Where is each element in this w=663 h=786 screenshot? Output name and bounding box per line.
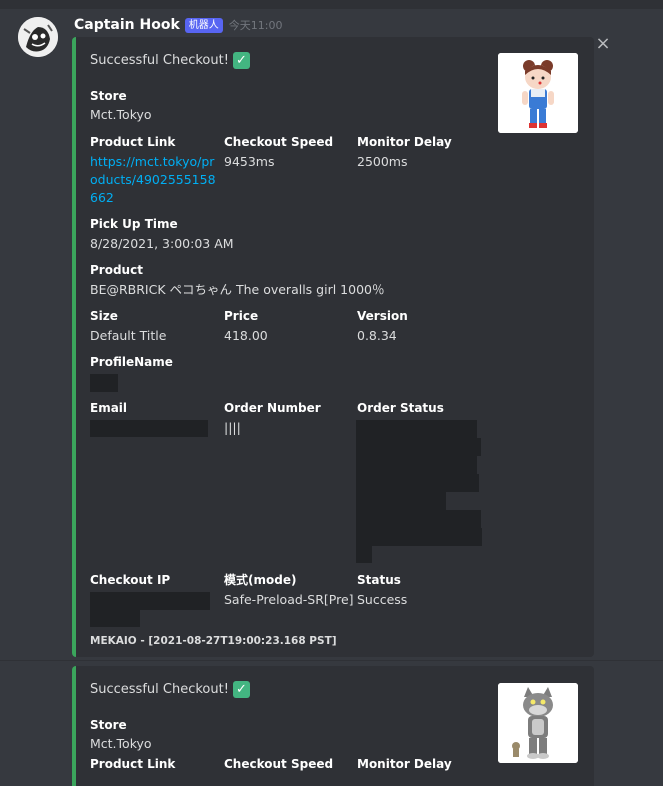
redacted-order-status xyxy=(356,456,477,474)
field-status: Status Success xyxy=(357,572,487,609)
field-checkout-ip: Checkout IP xyxy=(90,572,220,588)
field-value: Success xyxy=(357,592,408,607)
field-name: 模式(mode) xyxy=(224,573,297,587)
checkout-embed: Successful Checkout! ✓ Store Mct.Tokyo P… xyxy=(72,666,594,786)
field-name: Size xyxy=(90,309,118,323)
field-value: 418.00 xyxy=(224,328,268,343)
field-name: Status xyxy=(357,573,401,587)
field-email: Email xyxy=(90,400,220,416)
field-mode: 模式(mode) Safe-Preload-SR[Pre] xyxy=(224,572,354,609)
check-icon: ✓ xyxy=(232,52,250,69)
field-store: Store Mct.Tokyo xyxy=(90,717,220,753)
field-checkout-speed: Checkout Speed 9453ms xyxy=(224,134,354,171)
field-order-number: Order Number |||| xyxy=(224,400,354,437)
checkout-embed: Successful Checkout! ✓ Store Mct.Tokyo P… xyxy=(72,37,594,657)
field-product-link: Product Link https://mct.tokyo/products/… xyxy=(90,134,220,207)
field-value: 8/28/2021, 3:00:03 AM xyxy=(90,236,234,251)
redacted-order-status xyxy=(356,546,372,563)
timestamp: 今天11:00 xyxy=(228,19,283,32)
field-name: Store xyxy=(90,89,127,103)
embed-title: Successful Checkout! ✓ xyxy=(90,681,250,698)
message-divider xyxy=(0,660,663,661)
field-value: Mct.Tokyo xyxy=(90,736,152,751)
embed-title-text: Successful Checkout! xyxy=(90,682,229,697)
field-name: Monitor Delay xyxy=(357,757,452,771)
field-order-status: Order Status xyxy=(357,400,487,416)
redacted-order-status xyxy=(356,528,482,546)
product-thumbnail[interactable] xyxy=(498,683,578,763)
previous-message-edge xyxy=(0,0,663,9)
field-pickup-time: Pick Up Time 8/28/2021, 3:00:03 AM xyxy=(90,216,390,253)
field-value: 0.8.34 xyxy=(357,328,397,343)
redacted-email xyxy=(90,420,208,437)
field-name: Checkout IP xyxy=(90,573,171,587)
close-icon[interactable]: × xyxy=(595,35,611,53)
field-name: Product Link xyxy=(90,135,176,149)
field-name: Store xyxy=(90,718,127,732)
avatar-image-icon xyxy=(18,17,58,57)
redacted-order-status xyxy=(356,438,481,456)
field-checkout-speed: Checkout Speed xyxy=(224,756,354,772)
redacted-order-status xyxy=(356,474,479,492)
field-name: ProfileName xyxy=(90,355,173,369)
field-value: 2500ms xyxy=(357,154,408,169)
bearbrick-peko-chan-icon xyxy=(498,53,578,133)
author-name[interactable]: Captain Hook xyxy=(74,17,180,33)
field-name: Order Status xyxy=(357,401,444,415)
redacted-ip xyxy=(90,592,210,610)
field-name: Checkout Speed xyxy=(224,757,334,771)
bot-message: Captain Hook 机器人 今天11:00 × Successful Ch… xyxy=(0,9,663,657)
redacted-order-status xyxy=(356,492,446,510)
field-monitor-delay: Monitor Delay xyxy=(357,756,487,772)
check-icon: ✓ xyxy=(232,681,250,698)
redacted-order-status xyxy=(356,420,477,438)
field-product: Product BE@RBRICK ペコちゃん The overalls gir… xyxy=(90,262,490,299)
redacted-profile xyxy=(90,374,118,392)
field-product-link: Product Link xyxy=(90,756,220,772)
field-name: Product xyxy=(90,263,143,277)
redacted-ip xyxy=(90,610,140,627)
field-name: Version xyxy=(357,309,408,323)
product-link[interactable]: https://mct.tokyo/products/4902555158662 xyxy=(90,153,218,207)
embed-title-text: Successful Checkout! xyxy=(90,53,229,68)
bearbrick-tom-icon xyxy=(498,683,578,763)
field-value: |||| xyxy=(224,420,241,435)
field-size: Size Default Title xyxy=(90,308,220,345)
embed-title: Successful Checkout! ✓ xyxy=(90,52,250,69)
field-value: Mct.Tokyo xyxy=(90,107,152,122)
field-name: Order Number xyxy=(224,401,321,415)
field-name: Price xyxy=(224,309,259,323)
field-name: Email xyxy=(90,401,128,415)
avatar[interactable] xyxy=(18,17,58,57)
field-value: 9453ms xyxy=(224,154,275,169)
field-name: Pick Up Time xyxy=(90,217,178,231)
bot-tag: 机器人 xyxy=(184,17,223,33)
field-version: Version 0.8.34 xyxy=(357,308,487,345)
field-monitor-delay: Monitor Delay 2500ms xyxy=(357,134,487,171)
field-store: Store Mct.Tokyo xyxy=(90,88,220,124)
product-thumbnail[interactable] xyxy=(498,53,578,133)
field-value: Safe-Preload-SR[Pre] xyxy=(224,592,354,607)
field-name: Product Link xyxy=(90,757,176,771)
field-price: Price 418.00 xyxy=(224,308,354,345)
redacted-order-status xyxy=(356,510,481,528)
field-value: Default Title xyxy=(90,328,167,343)
field-name: Checkout Speed xyxy=(224,135,334,149)
field-value: BE@RBRICK ペコちゃん The overalls girl 1000％ xyxy=(90,282,385,297)
field-profile-name: ProfileName xyxy=(90,354,220,370)
message-header: Captain Hook 机器人 今天11:00 xyxy=(74,14,283,36)
embed-footer: MEKAIO - [2021-08-27T19:00:23.168 PST] xyxy=(90,635,337,647)
field-name: Monitor Delay xyxy=(357,135,452,149)
